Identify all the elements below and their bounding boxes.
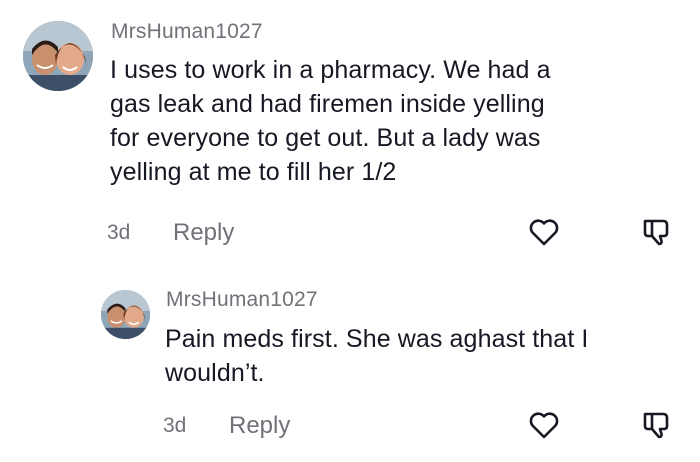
heart-outline-icon[interactable] [528,410,560,440]
comment-username[interactable]: MrsHuman1027 [111,20,263,44]
comment-text-line: wouldn’t. [165,359,265,387]
reply-button[interactable]: Reply [173,219,234,247]
avatar[interactable] [23,21,93,91]
comment-text-line: for everyone to get out. But a lady was [110,124,541,152]
thumbs-down-outline-icon[interactable] [640,409,672,441]
avatar-photo-icon [23,21,93,91]
comment-text-line: Pain meds first. She was aghast that I [165,325,589,353]
comment-timestamp: 3d [107,221,131,244]
comment-username[interactable]: MrsHuman1027 [166,288,318,312]
thumbs-down-outline-icon[interactable] [640,216,672,248]
comment-timestamp: 3d [163,414,187,437]
comment-text-line: I uses to work in a pharmacy. We had a [110,56,551,84]
avatar[interactable] [101,290,150,339]
comment-text-line: yelling at me to fill her 1/2 [110,158,397,186]
avatar-photo-icon [101,290,150,339]
reply-button[interactable]: Reply [229,412,290,440]
comment-text-line: gas leak and had firemen inside yelling [110,90,545,118]
comment-text: I uses to work in a pharmacy. We had a g… [110,53,551,189]
heart-outline-icon[interactable] [528,217,560,247]
comment-text: Pain meds first. She was aghast that I w… [165,322,588,390]
